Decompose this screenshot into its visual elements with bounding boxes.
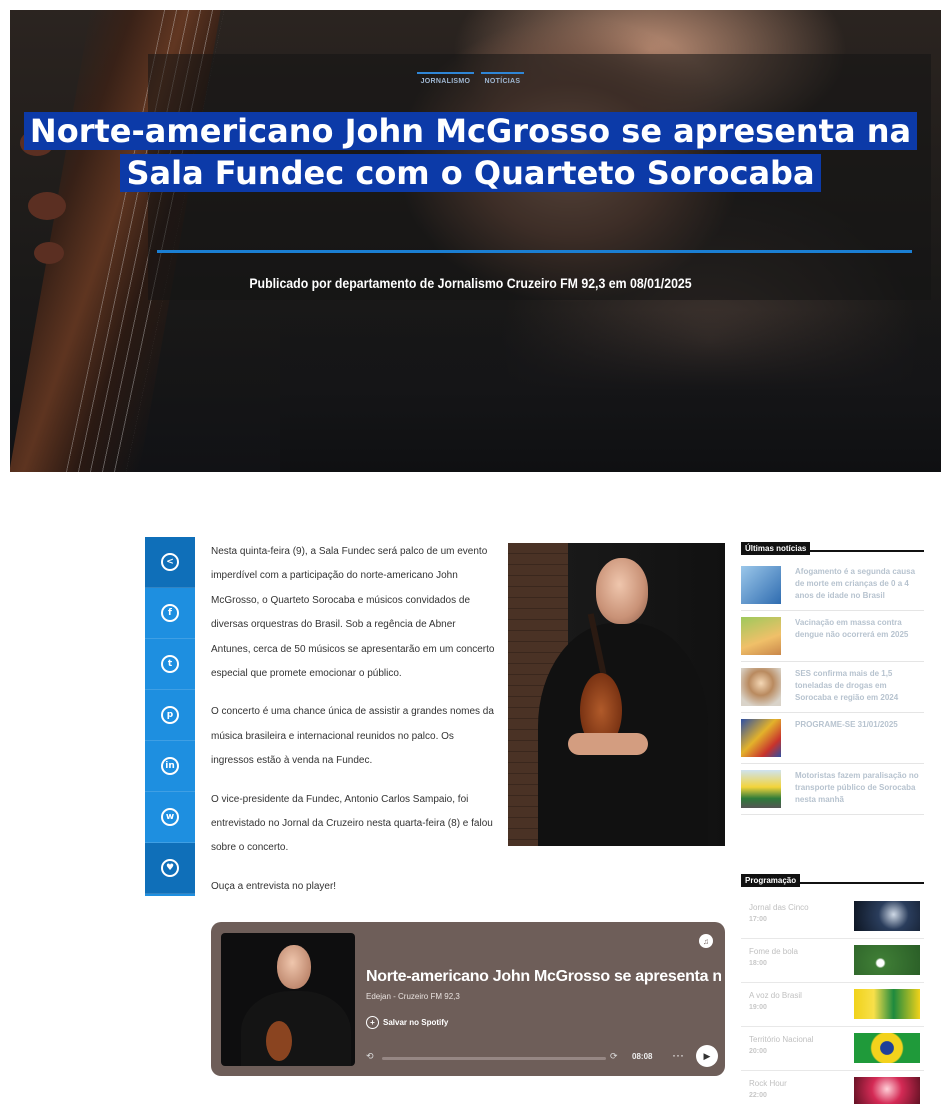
schedule-show-name: Território Nacional [749,1035,814,1044]
plus-icon: + [366,1016,379,1029]
schedule-list: Jornal das Cinco 17:00 Fome de bola 18:0… [741,895,924,1104]
player-controls: ⟲ ⟳ 08:08 ··· ▶ [366,1045,718,1067]
spotify-logo-icon[interactable]: ♫ [699,934,713,948]
schedule-item[interactable]: Rock Hour 22:00 [741,1071,924,1104]
schedule-title: Programação [741,874,801,887]
article-byline: Publicado por departamento de Jornalismo… [249,275,692,291]
news-item[interactable]: Vacinação em massa contra dengue não oco… [741,611,924,662]
violin-peg [28,192,66,220]
progress-track[interactable] [382,1057,606,1060]
whatsapp-share-button[interactable]: w [145,792,195,843]
linkedin-share-button[interactable]: in [145,741,195,792]
article-paragraph: Nesta quinta-feira (9), a Sala Fundec se… [211,546,495,680]
play-button[interactable]: ▶ [696,1045,718,1067]
latest-news-header: Últimas notícias [741,538,924,555]
photo-hands [568,733,648,755]
schedule-header: Programação [741,870,924,887]
schedule-thumbnail [854,945,920,975]
news-headline[interactable]: Motoristas fazem paralisação no transpor… [795,770,924,814]
rewind-icon[interactable]: ⟲ [366,1051,374,1062]
news-thumbnail [741,566,781,604]
schedule-item[interactable]: A voz do Brasil 19:00 [741,983,924,1027]
schedule-item[interactable]: Jornal das Cinco 17:00 [741,895,924,939]
article-body: Nesta quinta-feira (9), a Sala Fundec se… [211,540,496,913]
player-duration: 08:08 [632,1052,653,1061]
save-on-spotify-button[interactable]: + Salvar no Spotify [366,1016,448,1029]
share-bar: < f t p in w ♥ [145,537,195,896]
news-item[interactable]: SES confirma mais de 1,5 toneladas de dr… [741,662,924,713]
category-link[interactable]: JORNALISMO [416,72,475,85]
facebook-icon: f [161,604,179,622]
news-thumbnail [741,668,781,706]
latest-news-list: Afogamento é a segunda causa de morte em… [741,560,924,815]
play-icon: ▶ [703,1050,711,1061]
article-paragraph: Ouça a entrevista no player! [211,880,337,892]
cover-body [241,991,351,1066]
more-options-icon[interactable]: ··· [672,1048,684,1062]
news-headline[interactable]: SES confirma mais de 1,5 toneladas de dr… [795,668,924,712]
latest-news-title: Últimas notícias [741,542,811,555]
schedule-item[interactable]: Território Nacional 20:00 [741,1027,924,1071]
cover-head [277,945,311,989]
player-cover-art [221,933,355,1066]
whatsapp-icon: w [161,808,179,826]
player-title[interactable]: Norte-americano John McGrosso se apresen… [366,968,721,986]
twitter-icon: t [161,655,179,673]
schedule-show-name: Jornal das Cinco [749,903,809,912]
news-item[interactable]: Afogamento é a segunda causa de morte em… [741,560,924,611]
news-item[interactable]: Motoristas fazem paralisação no transpor… [741,764,924,815]
news-thumbnail [741,617,781,655]
news-headline[interactable]: PROGRAME-SE 31/01/2025 [795,719,898,763]
schedule-thumbnail [854,901,920,931]
share-button[interactable]: < [145,537,195,588]
schedule-show-time: 18:00 [749,960,767,967]
schedule-show-name: Rock Hour [749,1079,787,1088]
article-photo [508,543,725,846]
schedule-item[interactable]: Fome de bola 18:00 [741,939,924,983]
schedule-show-time: 22:00 [749,1092,767,1099]
hero-shirt-shadow [280,310,941,472]
twitter-share-button[interactable]: t [145,639,195,690]
category-link[interactable]: NOTÍCIAS [480,72,525,85]
schedule-show-time: 17:00 [749,916,767,923]
category-links: JORNALISMO NOTÍCIAS [0,72,941,85]
schedule-thumbnail [854,989,920,1019]
news-item[interactable]: PROGRAME-SE 31/01/2025 [741,713,924,764]
news-thumbnail [741,770,781,808]
article-title: Norte-americano John McGrosso se apresen… [0,110,941,194]
linkedin-icon: in [161,757,179,775]
pinterest-share-button[interactable]: p [145,690,195,741]
schedule-show-name: A voz do Brasil [749,991,802,1000]
title-divider [157,250,912,253]
share-icon: < [161,553,179,571]
schedule-show-time: 19:00 [749,1004,767,1011]
facebook-share-button[interactable]: f [145,588,195,639]
cover-violin [266,1021,292,1061]
schedule-show-name: Fome de bola [749,947,798,956]
save-label: Salvar no Spotify [383,1018,449,1027]
forward-icon[interactable]: ⟳ [610,1051,618,1062]
spotify-player: ♫ Norte-americano John McGrosso se apres… [211,922,725,1076]
favorite-icon: ♥ [161,859,179,877]
schedule-show-time: 20:00 [749,1048,767,1055]
violin-peg [34,242,64,264]
news-headline[interactable]: Afogamento é a segunda causa de morte em… [795,566,924,610]
favorite-button[interactable]: ♥ [145,843,195,894]
schedule-thumbnail [854,1033,920,1063]
news-headline[interactable]: Vacinação em massa contra dengue não oco… [795,617,924,661]
article-paragraph: O concerto é uma chance única de assisti… [211,706,494,767]
schedule-thumbnail [854,1077,920,1104]
photo-person-head [596,558,648,624]
news-thumbnail [741,719,781,757]
pinterest-icon: p [161,706,179,724]
article-paragraph: O vice-presidente da Fundec, Antonio Car… [211,793,493,854]
player-subtitle[interactable]: Edejan - Cruzeiro FM 92,3 [366,992,460,1001]
